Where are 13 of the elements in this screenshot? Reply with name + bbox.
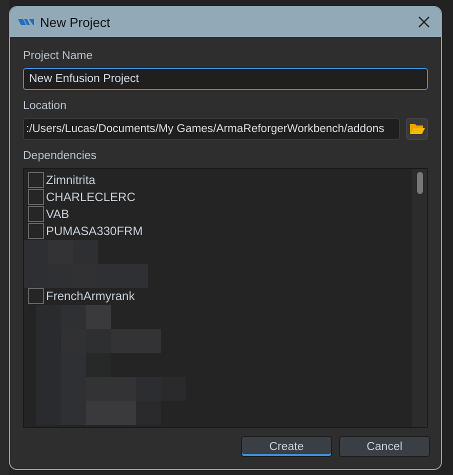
- dependency-item[interactable]: VAB: [28, 205, 70, 223]
- dependency-item[interactable]: CHARLECLERC: [28, 188, 136, 206]
- dependency-item[interactable]: PUMASA330FRM: [28, 222, 143, 240]
- project-name-field[interactable]: New Enfusion Project: [23, 68, 428, 90]
- field-label: Project Name: [23, 50, 93, 62]
- location-field[interactable]: :/Users/Lucas/Documents/My Games/ArmaReforgerWorkbench/addons: [23, 118, 400, 140]
- create-button[interactable]: Create: [241, 436, 332, 457]
- field-label: Location: [23, 100, 66, 112]
- cancel-button[interactable]: Cancel: [339, 436, 430, 457]
- dependency-item[interactable]: FrenchArmyrank: [28, 288, 135, 306]
- dependency-item[interactable]: Zimnitrita: [28, 171, 96, 188]
- window-title: New Project: [40, 14, 112, 30]
- field-label: Dependencies: [23, 150, 97, 162]
